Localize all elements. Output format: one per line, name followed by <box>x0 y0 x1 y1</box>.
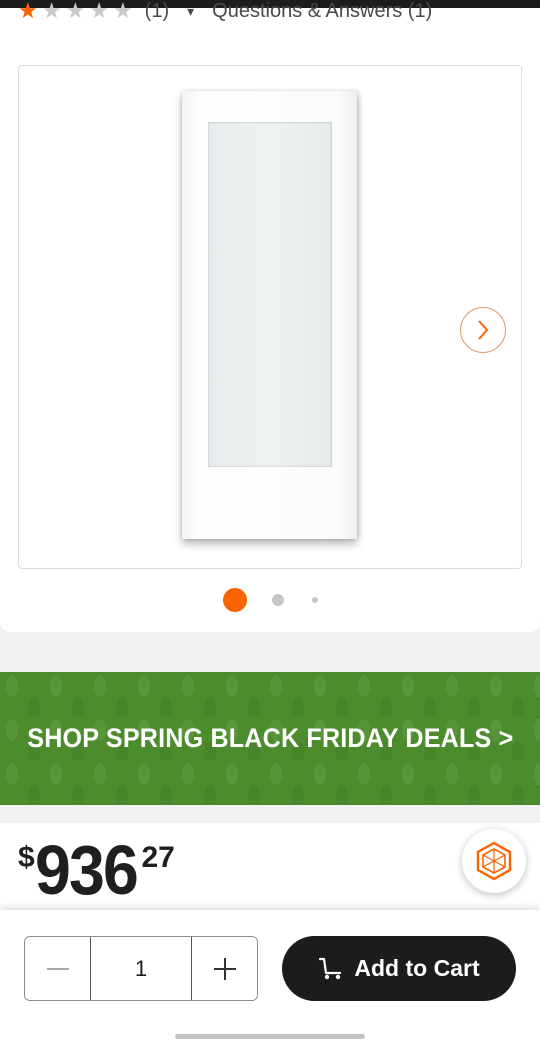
home-indicator <box>175 1034 365 1039</box>
next-image-button[interactable] <box>460 307 506 353</box>
cart-dolly-icon <box>319 957 342 979</box>
quantity-input[interactable]: 1 <box>90 937 192 1000</box>
add-to-cart-button[interactable]: Add to Cart <box>282 936 516 1001</box>
add-to-cart-label: Add to Cart <box>354 955 480 981</box>
price: $ 936 27 <box>18 835 175 905</box>
quantity-stepper: 1 <box>24 936 258 1001</box>
product-media-card: ★ ★ ★ ★ ★ (1) ▾ Questions & Answers (1) <box>0 0 540 632</box>
product-image <box>182 91 357 539</box>
chevron-down-icon[interactable]: ▾ <box>187 3 194 20</box>
star-icon: ★ <box>112 0 133 23</box>
price-cents: 27 <box>141 841 175 874</box>
minus-icon <box>46 967 69 970</box>
promo-banner[interactable]: SHOP SPRING BLACK FRIDAY DEALS > <box>0 672 540 805</box>
product-image-gallery[interactable] <box>18 65 522 569</box>
price-currency: $ <box>18 841 35 874</box>
gallery-pagination[interactable] <box>0 588 540 612</box>
price-panel: $ 936 27 <box>0 823 540 918</box>
increase-quantity-button[interactable] <box>192 937 257 1000</box>
pagination-dot-active[interactable] <box>222 588 247 612</box>
hexagon-logo-icon <box>476 841 512 881</box>
rating-row[interactable]: ★ ★ ★ ★ ★ (1) ▾ Questions & Answers (1) <box>18 0 432 28</box>
chevron-right-icon <box>478 320 489 340</box>
pagination-dot[interactable] <box>271 594 284 606</box>
hexagon-badge-button[interactable] <box>462 829 526 893</box>
purchase-bar: 1 Add to Cart <box>0 910 540 1048</box>
door-glass-panel <box>208 122 332 467</box>
star-icon: ★ <box>41 0 62 23</box>
star-icon: ★ <box>89 0 109 23</box>
price-dollars: 936 <box>34 831 139 909</box>
qa-link[interactable]: Questions & Answers (1) <box>212 0 432 23</box>
star-icon: ★ <box>65 0 86 23</box>
plus-icon <box>213 957 236 980</box>
promo-text: SHOP SPRING BLACK FRIDAY DEALS > <box>26 723 514 753</box>
rating-count[interactable]: (1) <box>145 0 169 23</box>
pagination-dot[interactable] <box>311 597 318 603</box>
decrease-quantity-button[interactable] <box>25 937 90 1000</box>
star-icon: ★ <box>18 0 38 23</box>
star-rating: ★ ★ ★ ★ ★ <box>18 0 133 22</box>
